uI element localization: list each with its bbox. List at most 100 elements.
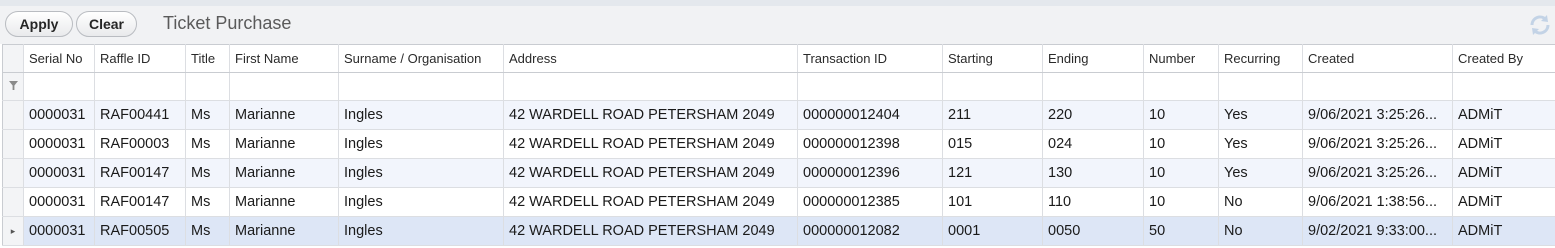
table-cell[interactable]: Ingles [338, 100, 504, 130]
table-cell[interactable]: Ingles [338, 129, 504, 159]
column-header[interactable]: Starting [942, 44, 1043, 73]
table-cell[interactable]: 211 [942, 100, 1043, 130]
table-row[interactable]: 0000031 RAF00441 Ms Marianne Ingles 42 WARDEL… [2, 100, 1555, 130]
clear-button[interactable]: Clear [76, 11, 137, 37]
row-selector[interactable] [2, 158, 24, 188]
table-cell[interactable]: 121 [942, 158, 1043, 188]
filter-cell[interactable] [503, 72, 798, 101]
table-cell[interactable]: Ingles [338, 187, 504, 217]
table-cell[interactable]: 9/06/2021 3:25:26... [1302, 100, 1453, 130]
filter-cell[interactable] [23, 72, 95, 101]
table-cell[interactable]: Yes [1218, 158, 1303, 188]
table-cell[interactable]: Yes [1218, 129, 1303, 159]
table-cell[interactable]: Marianne [229, 187, 339, 217]
table-cell[interactable]: Marianne [229, 158, 339, 188]
table-cell[interactable]: Marianne [229, 129, 339, 159]
apply-button[interactable]: Apply [5, 11, 73, 37]
filter-cell[interactable] [229, 72, 339, 101]
column-header[interactable]: Recurring [1218, 44, 1303, 73]
filter-cell[interactable] [1302, 72, 1453, 101]
column-header[interactable]: Title [185, 44, 230, 73]
table-cell[interactable]: 000000012385 [797, 187, 943, 217]
table-cell[interactable]: Ms [185, 216, 230, 246]
row-selector[interactable] [2, 129, 24, 159]
table-cell[interactable]: No [1218, 187, 1303, 217]
refresh-icon[interactable] [1528, 13, 1552, 37]
column-header[interactable]: Raffle ID [94, 44, 186, 73]
row-selector[interactable]: ▸ [2, 216, 24, 246]
filter-cell[interactable] [797, 72, 943, 101]
table-cell[interactable]: 9/02/2021 9:33:00... [1302, 216, 1453, 246]
table-cell[interactable]: 0000031 [23, 100, 95, 130]
table-cell[interactable]: RAF00147 [94, 158, 186, 188]
table-cell[interactable]: Ms [185, 187, 230, 217]
table-cell[interactable]: 42 WARDELL ROAD PETERSHAM 2049 [503, 187, 798, 217]
table-cell[interactable]: 42 WARDELL ROAD PETERSHAM 2049 [503, 158, 798, 188]
table-cell[interactable]: Ingles [338, 158, 504, 188]
table-cell[interactable]: Marianne [229, 216, 339, 246]
filter-cell[interactable] [1452, 72, 1555, 101]
table-cell[interactable]: 220 [1042, 100, 1144, 130]
table-cell[interactable]: 0001 [942, 216, 1043, 246]
column-header[interactable]: Ending [1042, 44, 1144, 73]
filter-cell[interactable] [185, 72, 230, 101]
table-cell[interactable]: RAF00003 [94, 129, 186, 159]
table-row[interactable]: ▸ 0000031 RAF00505 Ms Marianne Ingles 42 WARDE… [2, 216, 1555, 246]
table-cell[interactable]: 130 [1042, 158, 1144, 188]
table-cell[interactable]: ADMiT [1452, 187, 1555, 217]
table-cell[interactable]: 42 WARDELL ROAD PETERSHAM 2049 [503, 129, 798, 159]
column-header[interactable]: Surname / Organisation [338, 44, 504, 73]
table-cell[interactable]: ADMiT [1452, 100, 1555, 130]
filter-cell[interactable] [1143, 72, 1219, 101]
table-cell[interactable]: 000000012396 [797, 158, 943, 188]
column-header[interactable]: Created [1302, 44, 1453, 73]
table-cell[interactable]: Ms [185, 129, 230, 159]
table-cell[interactable]: 110 [1042, 187, 1144, 217]
table-cell[interactable]: No [1218, 216, 1303, 246]
table-cell[interactable]: 42 WARDELL ROAD PETERSHAM 2049 [503, 216, 798, 246]
table-cell[interactable]: 000000012404 [797, 100, 943, 130]
table-cell[interactable]: RAF00147 [94, 187, 186, 217]
table-cell[interactable]: RAF00505 [94, 216, 186, 246]
table-cell[interactable]: 0000031 [23, 216, 95, 246]
table-cell[interactable]: 000000012082 [797, 216, 943, 246]
table-cell[interactable]: 10 [1143, 100, 1219, 130]
column-header[interactable]: Created By [1452, 44, 1555, 73]
table-cell[interactable]: 0000031 [23, 158, 95, 188]
column-header[interactable]: Serial No [23, 44, 95, 73]
filter-cell[interactable] [1042, 72, 1144, 101]
table-cell[interactable]: Ms [185, 158, 230, 188]
table-cell[interactable]: 101 [942, 187, 1043, 217]
table-cell[interactable]: 10 [1143, 158, 1219, 188]
table-cell[interactable]: ADMiT [1452, 158, 1555, 188]
table-row[interactable]: 0000031 RAF00003 Ms Marianne Ingles 42 WARDEL… [2, 129, 1555, 159]
table-cell[interactable]: Ingles [338, 216, 504, 246]
row-selector[interactable] [2, 100, 24, 130]
table-row[interactable]: 0000031 RAF00147 Ms Marianne Ingles 42 WARDEL… [2, 187, 1555, 217]
column-header[interactable]: Address [503, 44, 798, 73]
filter-cell[interactable] [1218, 72, 1303, 101]
table-cell[interactable]: 015 [942, 129, 1043, 159]
row-selector[interactable] [2, 187, 24, 217]
table-cell[interactable]: 0050 [1042, 216, 1144, 246]
table-cell[interactable]: 50 [1143, 216, 1219, 246]
table-cell[interactable]: Ms [185, 100, 230, 130]
column-header[interactable]: Transaction ID [797, 44, 943, 73]
table-cell[interactable]: RAF00441 [94, 100, 186, 130]
column-header[interactable]: First Name [229, 44, 339, 73]
table-cell[interactable]: Marianne [229, 100, 339, 130]
header-row-selector[interactable] [2, 44, 24, 73]
table-cell[interactable]: 9/06/2021 3:25:26... [1302, 129, 1453, 159]
table-cell[interactable]: 9/06/2021 1:38:56... [1302, 187, 1453, 217]
table-cell[interactable]: 024 [1042, 129, 1144, 159]
table-cell[interactable]: 10 [1143, 129, 1219, 159]
table-cell[interactable]: 10 [1143, 187, 1219, 217]
table-cell[interactable]: 000000012398 [797, 129, 943, 159]
filter-cell[interactable] [942, 72, 1043, 101]
column-header[interactable]: Number [1143, 44, 1219, 73]
filter-cell[interactable] [338, 72, 504, 101]
table-row[interactable]: 0000031 RAF00147 Ms Marianne Ingles 42 WARDEL… [2, 158, 1555, 188]
table-cell[interactable]: ADMiT [1452, 129, 1555, 159]
filter-cell[interactable] [94, 72, 186, 101]
table-cell[interactable]: Yes [1218, 100, 1303, 130]
